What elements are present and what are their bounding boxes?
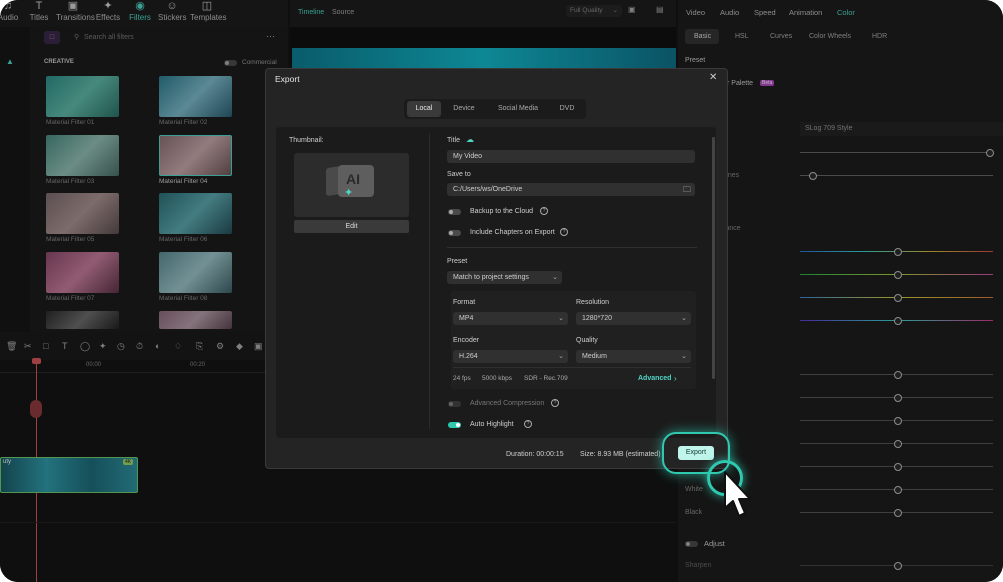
chevron-down-icon: ⌄ (558, 315, 564, 322)
format-value: MP4 (459, 315, 474, 322)
tab-social-media[interactable]: Social Media (490, 101, 546, 117)
dialog-title: Export (275, 74, 300, 84)
color-space-info: SDR - Rec.709 (524, 375, 568, 382)
ai-title-icon[interactable]: ☁ (466, 135, 474, 144)
folder-icon[interactable]: 🗀 (683, 183, 691, 196)
title-label: Title (447, 137, 460, 144)
resolution-label: Resolution (576, 299, 610, 306)
resolution-value: 1280*720 (582, 315, 612, 322)
chevron-down-icon: ⌄ (552, 274, 558, 281)
help-icon[interactable]: ? (551, 399, 559, 407)
help-icon[interactable]: ? (560, 228, 568, 236)
scrollbar[interactable] (712, 137, 715, 379)
auto-highlight-label: Auto Highlight (470, 421, 514, 428)
encoder-value: H.264 (459, 353, 478, 360)
save-to-value: C:/Users/ws/OneDrive (453, 186, 523, 193)
auto-highlight-toggle[interactable] (448, 422, 461, 428)
thumbnail-preview[interactable]: AI ✦ (294, 153, 409, 217)
encoder-select[interactable]: H.264 ⌄ (453, 350, 568, 363)
tab-dvd[interactable]: DVD (550, 101, 584, 117)
save-to-label: Save to (447, 171, 471, 178)
app-window: ♫ Audio T Titles ▣ Transitions ✦ Effects ◉ Fi… (0, 0, 1003, 582)
section-divider (447, 247, 697, 248)
format-select[interactable]: MP4 ⌄ (453, 312, 568, 325)
chevron-down-icon: ⌄ (681, 315, 687, 322)
chapters-toggle[interactable] (448, 230, 461, 236)
thumbnail-label: Thumbnail: (289, 137, 324, 144)
tab-device[interactable]: Device (446, 101, 482, 117)
chevron-down-icon: ⌄ (558, 353, 564, 360)
preset-label: Preset (447, 258, 468, 265)
backup-label: Backup to the Cloud (470, 208, 534, 215)
title-input[interactable]: My Video (447, 150, 695, 163)
magic-wand-icon: ✦ (344, 187, 354, 199)
export-settings: Thumbnail: AI ✦ Edit Title ☁ My Video Sa… (276, 127, 716, 438)
chapters-label: Include Chapters on Export (470, 229, 555, 236)
save-to-input[interactable]: C:/Users/ws/OneDrive 🗀 (447, 183, 695, 196)
export-dialog: Export ✕ Local Device Social Media DVD T… (265, 68, 728, 469)
quality-value: Medium (582, 353, 607, 360)
export-button[interactable]: Export (678, 446, 714, 460)
info-divider (453, 367, 691, 368)
preset-select[interactable]: Match to project settings ⌄ (447, 271, 562, 284)
help-icon[interactable]: ? (524, 420, 532, 428)
column-divider (429, 133, 430, 429)
edit-thumbnail-button[interactable]: Edit (294, 220, 409, 233)
bitrate-info: 5000 kbps (482, 375, 512, 382)
chevron-right-icon: › (674, 374, 677, 383)
encoder-label: Encoder (453, 337, 480, 344)
resolution-select[interactable]: 1280*720 ⌄ (576, 312, 691, 325)
format-label: Format (453, 299, 476, 306)
tab-local[interactable]: Local (407, 101, 441, 117)
fps-info: 24 fps (453, 375, 471, 382)
duration-info: Duration: 00:00:15 (506, 451, 564, 458)
advanced-compression-label: Advanced Compression (470, 400, 545, 407)
advanced-link[interactable]: Advanced (638, 375, 671, 382)
close-icon[interactable]: ✕ (709, 72, 717, 83)
preset-value: Match to project settings (453, 274, 529, 281)
backup-toggle[interactable] (448, 209, 461, 215)
advanced-compression-toggle[interactable] (448, 401, 461, 407)
cursor-icon (724, 471, 751, 517)
quality-label: Quality (576, 337, 598, 344)
help-icon[interactable]: ? (540, 207, 548, 215)
chevron-down-icon: ⌄ (681, 353, 687, 360)
size-info: Size: 8.93 MB (estimated) (580, 451, 661, 458)
quality-select[interactable]: Medium ⌄ (576, 350, 691, 363)
